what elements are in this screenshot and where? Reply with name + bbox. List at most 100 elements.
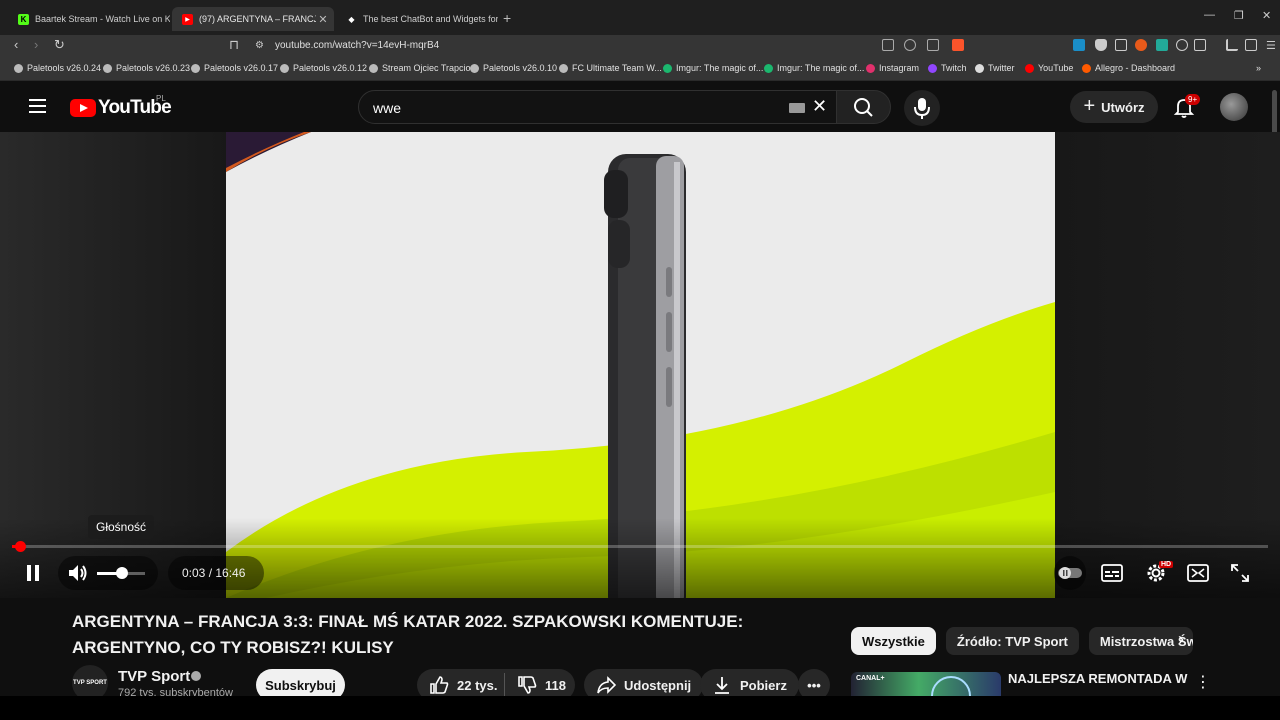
time-display: 0:03 / 16:46 [182, 566, 246, 580]
pause-button[interactable] [22, 562, 44, 584]
brave-shield-icon[interactable] [952, 39, 964, 51]
create-button[interactable]: + Utwórz [1070, 91, 1158, 123]
volume-icon [69, 565, 87, 581]
youtube-header: YouTube PL wwe ✕ + Utwórz 9+ [0, 82, 1280, 132]
search-box[interactable]: wwe ✕ [358, 90, 838, 124]
hamburger-menu-icon[interactable] [29, 99, 46, 113]
bookmark-item[interactable]: Paletools v26.0.23 [103, 63, 190, 73]
recommendation-title[interactable]: NAJLEPSZA REMONTADA W [1008, 671, 1187, 686]
subtitles-button[interactable] [1100, 562, 1124, 584]
chevron-right-icon[interactable]: › [1178, 629, 1184, 650]
bookmark-favicon-icon [975, 63, 984, 73]
verified-icon [191, 671, 201, 681]
bookmark-label: Instagram [879, 63, 920, 73]
puzzle-icon[interactable] [1176, 39, 1188, 51]
zoom-icon[interactable] [904, 39, 916, 51]
miniplayer-button[interactable] [1186, 562, 1210, 584]
url-field[interactable]: youtube.com/watch?v=14evH-mqrB4 [275, 40, 439, 51]
autoplay-toggle[interactable] [1058, 565, 1082, 581]
tab-label: (97) ARGENTYNA – FRANCJA [199, 14, 316, 24]
bookmark-favicon-icon [369, 63, 378, 73]
bookmark-item[interactable]: Twitch [928, 63, 967, 73]
youtube-logo[interactable]: YouTube PL [70, 94, 172, 119]
taskbar-strip [0, 696, 1280, 720]
related-filter-chips: Wszystkie Źródło: TVP Sport Mistrzostwa … [851, 627, 1193, 655]
plus-icon: + [1083, 94, 1096, 117]
miniplayer-icon [1187, 564, 1209, 582]
cast-icon[interactable] [882, 39, 894, 51]
volume-tooltip: Głośność [88, 515, 155, 539]
more-bookmarks-icon[interactable]: » [1256, 63, 1261, 73]
search-input[interactable]: wwe [373, 100, 401, 116]
settings-button[interactable]: HD [1143, 561, 1174, 585]
close-window-icon[interactable]: ✕ [1262, 9, 1271, 22]
autoplay-toggle-icon [1058, 567, 1082, 579]
progress-bar[interactable] [12, 541, 1268, 552]
close-tab-icon[interactable]: ✕ [316, 13, 330, 26]
bookmark-icon[interactable]: ⊓ [229, 37, 239, 53]
back-icon[interactable]: ‹ [14, 37, 18, 52]
chatbot-icon: ◆ [348, 14, 355, 24]
notifications-badge: 9+ [1185, 94, 1201, 105]
bookmark-item[interactable]: YouTube [1025, 63, 1073, 73]
chip-source[interactable]: Źródło: TVP Sport [945, 627, 1079, 655]
like-count: 22 tys. [457, 677, 498, 693]
extension-icon[interactable] [1115, 39, 1127, 51]
bookmark-item[interactable]: Stream Ojciec Trapcio [369, 63, 471, 73]
account-avatar[interactable] [1220, 93, 1248, 121]
fullscreen-button[interactable] [1229, 562, 1251, 584]
bookmark-favicon-icon [764, 63, 773, 73]
clear-search-icon[interactable]: ✕ [812, 96, 827, 117]
bookmark-item[interactable]: Allegro - Dashboard [1082, 63, 1175, 73]
reading-list-icon[interactable] [1226, 39, 1238, 51]
bookmark-item[interactable]: Instagram [866, 63, 919, 73]
restore-icon[interactable]: ❐ [1234, 9, 1244, 22]
bookmark-item[interactable]: FC Ultimate Team W... [559, 63, 662, 73]
search-button[interactable] [836, 90, 891, 124]
sidebar-icon[interactable] [1245, 39, 1257, 51]
volume-knob[interactable] [116, 567, 128, 579]
share-page-icon[interactable] [927, 39, 939, 51]
site-info-icon[interactable]: ⚙ [255, 40, 264, 51]
shield-icon[interactable] [1095, 39, 1107, 51]
bookmark-item[interactable]: Paletools v26.0.12 [280, 63, 367, 73]
video-title: ARGENTYNA – FRANCJA 3:3: FINAŁ MŚ KATAR … [72, 612, 744, 657]
tab-chatbot[interactable]: ◆ The best ChatBot and Widgets for Ki [336, 7, 498, 31]
bookmark-label: Paletools v26.0.24 [27, 63, 102, 73]
bookmark-label: Paletools v26.0.17 [204, 63, 279, 73]
youtube-play-icon [70, 99, 96, 117]
bookmark-item[interactable]: Paletools v26.0.24 [14, 63, 101, 73]
channel-name[interactable]: TVP Sport [118, 668, 190, 685]
voice-search-button[interactable] [904, 90, 940, 126]
kebab-menu-icon[interactable]: ⋮ [1195, 672, 1211, 692]
minimize-icon[interactable]: — [1204, 9, 1215, 21]
extension-icon[interactable] [1156, 39, 1168, 51]
extension-icon[interactable] [1135, 39, 1147, 51]
bookmark-item[interactable]: Paletools v26.0.10 [470, 63, 557, 73]
browser-tab-strip: K Baartek Stream - Watch Live on Kick ▶ … [0, 0, 1280, 35]
bookmark-favicon-icon [191, 63, 200, 73]
bookmark-favicon-icon [559, 63, 568, 73]
bookmark-item[interactable]: Paletools v26.0.17 [191, 63, 278, 73]
tab-youtube[interactable]: ▶ (97) ARGENTYNA – FRANCJA ✕ [172, 7, 334, 31]
bookmark-favicon-icon [928, 63, 937, 73]
bookmark-item[interactable]: Imgur: The magic of... [663, 63, 763, 73]
menu-icon[interactable]: ☰ [1266, 39, 1276, 52]
bookmark-item[interactable]: Twitter [975, 63, 1015, 73]
chip-all[interactable]: Wszystkie [851, 627, 936, 655]
forward-icon[interactable]: › [34, 37, 38, 52]
extension-icon[interactable] [1194, 39, 1206, 51]
tab-kick[interactable]: K Baartek Stream - Watch Live on Kick [8, 7, 170, 31]
bookmark-favicon-icon [1082, 63, 1091, 73]
tab-label: The best ChatBot and Widgets for Ki [363, 14, 498, 24]
bookmark-favicon-icon [470, 63, 479, 73]
reload-icon[interactable]: ↻ [54, 37, 65, 53]
new-tab-button[interactable]: + [503, 10, 511, 26]
progress-scrubber[interactable] [15, 541, 26, 552]
extension-icon[interactable] [1073, 39, 1085, 51]
bookmark-item[interactable]: Imgur: The magic of... [764, 63, 864, 73]
keyboard-icon[interactable] [789, 103, 805, 113]
video-player[interactable]: Głośność 0:03 / 16:46 HD [0, 132, 1280, 598]
mute-button[interactable] [66, 562, 92, 584]
bookmark-label: Paletools v26.0.10 [483, 63, 558, 73]
